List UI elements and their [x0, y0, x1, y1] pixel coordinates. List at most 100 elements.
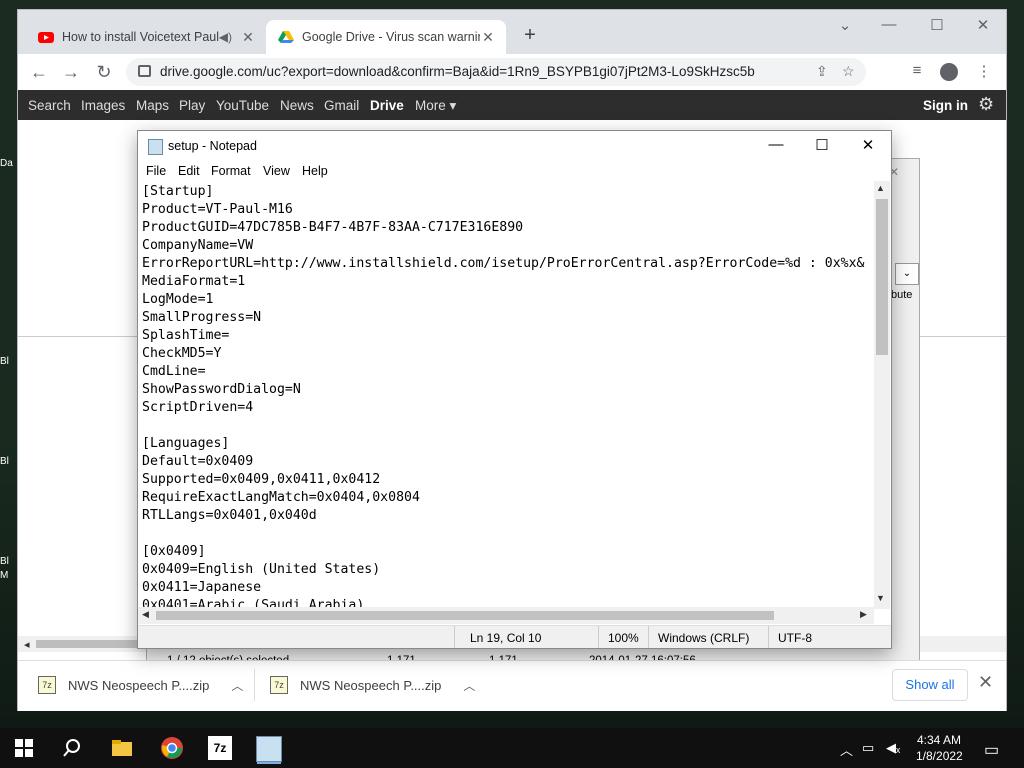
url-text[interactable]: drive.google.com/uc?export=download&conf… [160, 64, 755, 79]
scroll-left-arrow[interactable]: ◂ [24, 638, 30, 651]
scrollbar-thumb[interactable] [36, 640, 146, 648]
forward-button[interactable]: → [58, 60, 84, 84]
address-bar[interactable]: drive.google.com/uc?export=download&conf… [126, 58, 866, 86]
text-line[interactable]: SplashTime= [142, 327, 872, 345]
maximize-button[interactable]: ☐ [802, 136, 842, 154]
vertical-scrollbar[interactable]: ▲ ▼ [874, 181, 890, 609]
column-header-attributes[interactable]: bute [891, 289, 912, 301]
tab-search-icon[interactable]: ⌄ [830, 16, 860, 34]
close-tab-icon[interactable]: ✕ [480, 29, 496, 46]
close-window-button[interactable]: ✕ [968, 16, 998, 34]
text-editor[interactable]: [Startup] Product=VT-Paul-M16 ProductGUID=… [142, 183, 872, 608]
text-line[interactable]: ProductGUID=47DC785B-B4F7-4B7F-83AA-C717… [142, 219, 872, 237]
google-link-images[interactable]: Images [81, 98, 125, 113]
notepad-taskbar-icon[interactable] [256, 736, 282, 762]
google-link-search[interactable]: Search [28, 98, 71, 113]
new-tab-button[interactable]: + [518, 24, 542, 47]
scrollbar-thumb[interactable] [876, 199, 888, 355]
desktop-icon-label[interactable]: Da [0, 158, 18, 169]
scroll-up-arrow[interactable]: ▲ [876, 183, 885, 193]
download-item[interactable]: 7z NWS Neospeech P....zip ︿ [270, 673, 475, 697]
scroll-right-arrow[interactable]: ▶ [860, 609, 867, 620]
media-control-icon[interactable]: ≡ [906, 62, 928, 79]
tab-youtube[interactable]: How to install Voicetext Paul ◀) ✕ [26, 20, 266, 54]
text-line[interactable]: CheckMD5=Y [142, 345, 872, 363]
desktop-icon-label[interactable]: Bl [0, 356, 18, 367]
chevron-up-icon[interactable]: ︿ [840, 740, 853, 759]
close-tab-icon[interactable]: ✕ [240, 29, 256, 46]
text-line[interactable]: 0x0409=English (United States) [142, 561, 872, 579]
google-link-youtube[interactable]: YouTube [216, 98, 269, 113]
text-line[interactable]: CmdLine= [142, 363, 872, 381]
notification-icon[interactable]: ▭ [984, 740, 999, 760]
chevron-up-icon[interactable]: ︿ [231, 677, 243, 694]
horizontal-scrollbar[interactable]: ◀ ▶ [138, 607, 874, 624]
close-button[interactable]: ✕ [848, 136, 888, 154]
reload-button[interactable]: ↻ [91, 60, 117, 84]
desktop-icon-label[interactable]: M [0, 570, 18, 581]
close-icon[interactable]: ✕ [978, 672, 993, 693]
text-line[interactable]: Supported=0x0409,0x0411,0x0412 [142, 471, 872, 489]
text-line[interactable]: ErrorReportURL=http://www.installshield.… [142, 255, 872, 273]
text-line[interactable]: MediaFormat=1 [142, 273, 872, 291]
menu-file[interactable]: File [146, 164, 166, 178]
scroll-down-arrow[interactable]: ▼ [876, 593, 885, 603]
file-explorer-icon[interactable] [110, 736, 134, 760]
chevron-down-icon[interactable]: ⌄ [895, 263, 919, 285]
scroll-left-arrow[interactable]: ◀ [142, 609, 149, 620]
show-all-button[interactable]: Show all [892, 669, 968, 701]
google-link-maps[interactable]: Maps [136, 98, 169, 113]
volume-icon[interactable]: ◀ₓ [886, 740, 900, 756]
google-link-gmail[interactable]: Gmail [324, 98, 359, 113]
windows-start-icon[interactable] [12, 736, 36, 760]
search-icon[interactable] [60, 736, 84, 760]
text-line[interactable]: SmallProgress=N [142, 309, 872, 327]
text-line[interactable]: [Startup] [142, 183, 872, 201]
network-icon[interactable]: ▭ [862, 740, 874, 756]
chrome-menu-icon[interactable]: ⋮ [973, 62, 995, 80]
scrollbar-thumb[interactable] [156, 611, 774, 620]
desktop-icon-label[interactable]: Bl [0, 456, 18, 467]
google-link-more[interactable]: More ▾ [415, 98, 456, 114]
menu-help[interactable]: Help [302, 164, 328, 178]
text-line[interactable]: Product=VT-Paul-M16 [142, 201, 872, 219]
notepad-title-bar[interactable]: setup - Notepad — ☐ ✕ [138, 131, 891, 161]
text-line[interactable]: ShowPasswordDialog=N [142, 381, 872, 399]
download-item[interactable]: 7z NWS Neospeech P....zip ︿ [38, 673, 243, 697]
text-line[interactable] [142, 525, 872, 543]
text-line[interactable]: Default=0x0409 [142, 453, 872, 471]
sign-in-link[interactable]: Sign in [923, 98, 968, 113]
menu-edit[interactable]: Edit [178, 164, 200, 178]
maximize-button[interactable]: ☐ [922, 16, 952, 34]
text-line[interactable]: LogMode=1 [142, 291, 872, 309]
text-line[interactable]: ScriptDriven=4 [142, 399, 872, 417]
text-line[interactable] [142, 417, 872, 435]
profile-avatar[interactable] [940, 63, 958, 81]
menu-view[interactable]: View [263, 164, 290, 178]
menu-format[interactable]: Format [211, 164, 251, 178]
speaker-icon[interactable]: ◀) [219, 30, 232, 44]
back-button[interactable]: ← [26, 60, 52, 84]
text-line[interactable]: RequireExactLangMatch=0x0404,0x0804 [142, 489, 872, 507]
7zip-icon[interactable]: 7z [208, 736, 232, 760]
clock[interactable]: 4:34 AM 1/8/2022 [916, 732, 963, 764]
text-line[interactable]: CompanyName=VW [142, 237, 872, 255]
text-line[interactable]: [0x0409] [142, 543, 872, 561]
desktop-icon-label[interactable]: Bl [0, 556, 18, 567]
text-line[interactable]: RTLLangs=0x0401,0x040d [142, 507, 872, 525]
share-icon[interactable]: ⇪ [816, 63, 828, 80]
zip-file-icon: 7z [38, 676, 56, 694]
chrome-icon[interactable] [160, 736, 184, 760]
tab-google-drive[interactable]: Google Drive - Virus scan warnin ✕ [266, 20, 506, 54]
text-line[interactable]: [Languages] [142, 435, 872, 453]
google-link-news[interactable]: News [280, 98, 314, 113]
minimize-button[interactable]: — [874, 16, 904, 33]
chevron-up-icon[interactable]: ︿ [463, 677, 475, 694]
minimize-button[interactable]: — [756, 136, 796, 153]
settings-gear-icon[interactable]: ⚙ [978, 94, 994, 115]
google-link-play[interactable]: Play [179, 98, 205, 113]
lock-icon[interactable] [138, 65, 151, 77]
google-link-drive[interactable]: Drive [370, 98, 404, 113]
bookmark-star-icon[interactable]: ☆ [842, 63, 855, 80]
text-line[interactable]: 0x0411=Japanese [142, 579, 872, 597]
